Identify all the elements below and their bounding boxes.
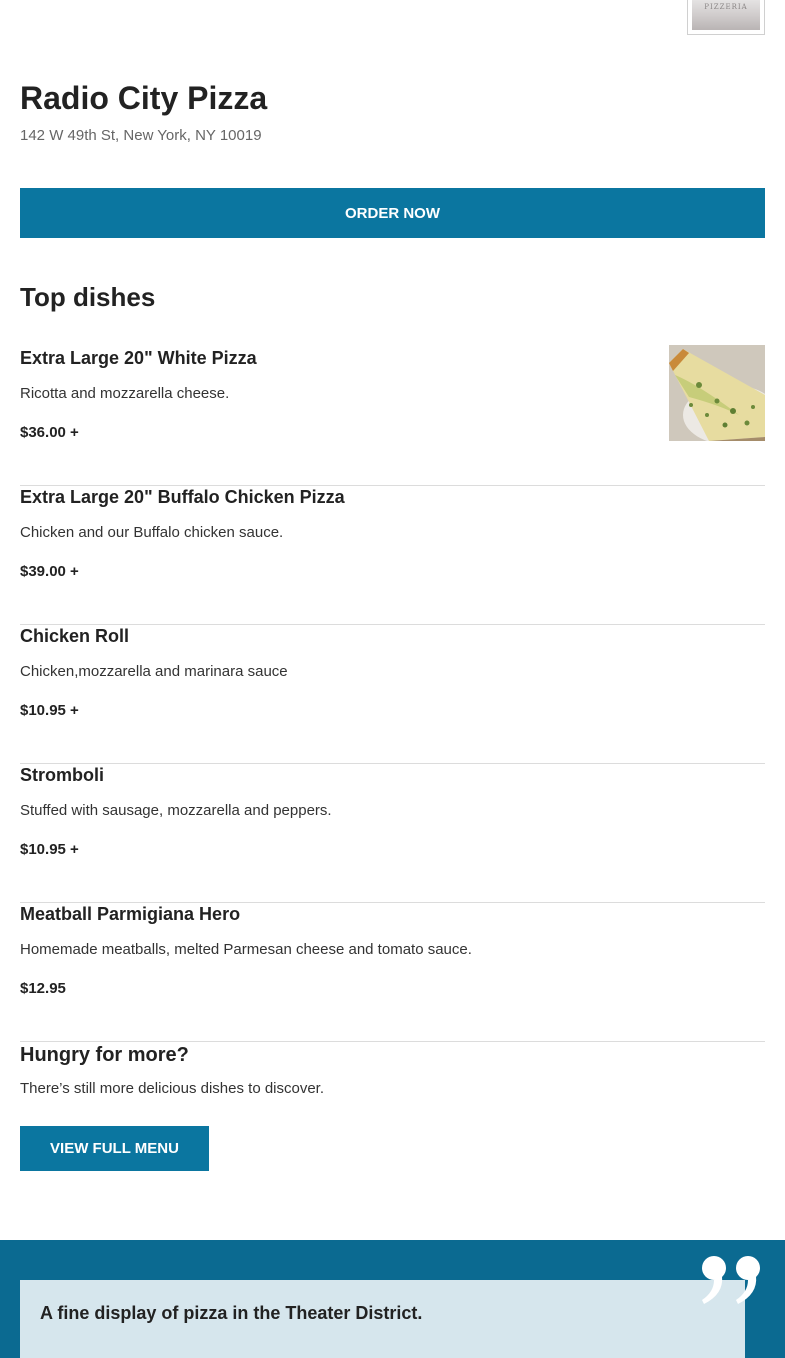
dish-price: $36.00 + <box>20 424 79 441</box>
dish-description: Homemade meatballs, melted Parmesan chee… <box>20 941 472 958</box>
dish-description: Stuffed with sausage, mozzarella and pep… <box>20 802 332 819</box>
top-dishes-title: Top dishes <box>20 282 156 312</box>
hungry-for-more-text: There’s still more delicious dishes to d… <box>20 1080 325 1097</box>
dish-name: Extra Large 20" Buffalo Chicken Pizza <box>20 487 345 507</box>
quote-icon <box>702 1256 760 1304</box>
dish-name: Extra Large 20" White Pizza <box>20 348 257 368</box>
logo-text: PIZZERIA <box>704 3 748 11</box>
dish-name: Chicken Roll <box>20 626 130 646</box>
dish-description: Chicken,mozzarella and marinara sauce <box>20 663 288 680</box>
page: PIZZERIA Radio City Pizza 142 W 49th St,… <box>0 0 785 1358</box>
dish-price: $39.00 + <box>20 563 79 580</box>
dish-price: $10.95 + <box>20 841 79 858</box>
pizza-slice-image <box>669 345 765 441</box>
hungry-for-more-title: Hungry for more? <box>20 1044 189 1066</box>
order-now-button[interactable]: ORDER NOW <box>20 188 765 238</box>
dish-price: $10.95 + <box>20 702 79 719</box>
dish-item[interactable]: Extra Large 20" Buffalo Chicken Pizza Ch… <box>20 486 765 625</box>
restaurant-logo[interactable]: PIZZERIA <box>687 0 765 35</box>
review-text: A fine display of pizza in the Theater D… <box>40 1303 423 1323</box>
dish-photo[interactable] <box>669 345 765 441</box>
dish-item[interactable]: Extra Large 20" White Pizza Ricotta and … <box>20 345 765 486</box>
dish-name: Stromboli <box>20 765 104 785</box>
review-card: A fine display of pizza in the Theater D… <box>20 1280 745 1358</box>
restaurant-name: Radio City Pizza <box>20 80 268 116</box>
dish-item[interactable]: Stromboli Stuffed with sausage, mozzarel… <box>20 764 765 903</box>
logo-image: PIZZERIA <box>692 0 760 30</box>
dish-description: Chicken and our Buffalo chicken sauce. <box>20 524 284 541</box>
dish-description: Ricotta and mozzarella cheese. <box>20 385 230 402</box>
dish-price: $12.95 <box>20 980 66 997</box>
dish-item[interactable]: Chicken Roll Chicken,mozzarella and mari… <box>20 625 765 764</box>
dish-item[interactable]: Meatball Parmigiana Hero Homemade meatba… <box>20 903 765 1042</box>
restaurant-address: 142 W 49th St, New York, NY 10019 <box>20 127 262 144</box>
review-section: A fine display of pizza in the Theater D… <box>0 1240 785 1358</box>
view-full-menu-button[interactable]: VIEW FULL MENU <box>20 1126 209 1171</box>
dish-name: Meatball Parmigiana Hero <box>20 904 241 924</box>
